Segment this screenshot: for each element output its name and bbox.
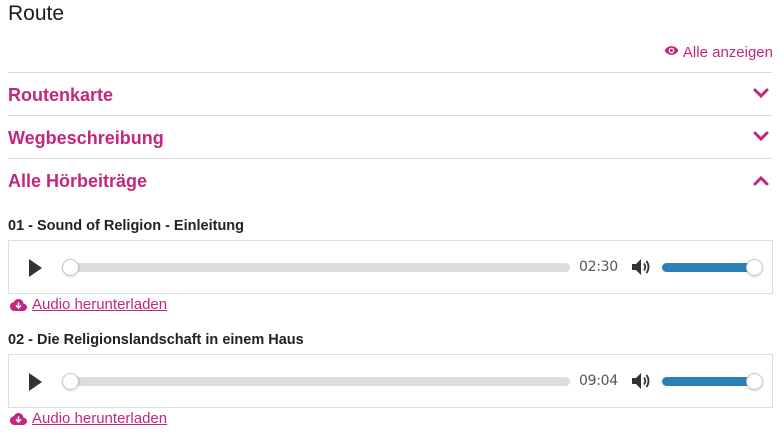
play-icon bbox=[29, 259, 42, 277]
volume-fill bbox=[662, 263, 755, 272]
accordion-label: Wegbeschreibung bbox=[8, 127, 164, 148]
chevron-down-icon bbox=[752, 85, 770, 103]
download-label: Audio herunterladen bbox=[32, 410, 168, 427]
accordion-wegbeschreibung[interactable]: Wegbeschreibung bbox=[8, 115, 772, 158]
track-duration: 09:04 bbox=[579, 373, 618, 389]
progress-knob[interactable] bbox=[62, 259, 79, 276]
track-title: 01 - Sound of Religion - Einleitung bbox=[8, 218, 245, 234]
progress-slider[interactable] bbox=[62, 259, 570, 276]
volume-fill bbox=[662, 377, 755, 386]
eye-icon bbox=[664, 43, 679, 62]
show-all-label: Alle anzeigen bbox=[682, 44, 773, 61]
volume-button[interactable] bbox=[631, 258, 653, 278]
audio-player: 02:30 bbox=[8, 240, 773, 294]
cloud-download-icon bbox=[10, 298, 27, 311]
download-link[interactable]: Audio herunterladen bbox=[10, 410, 167, 427]
page-title: Route bbox=[8, 2, 65, 25]
cloud-download-icon bbox=[10, 412, 27, 425]
progress-knob[interactable] bbox=[62, 373, 79, 390]
volume-button[interactable] bbox=[631, 372, 653, 392]
volume-knob[interactable] bbox=[746, 373, 763, 390]
progress-slider[interactable] bbox=[62, 373, 570, 390]
play-icon bbox=[29, 373, 42, 391]
volume-slider[interactable] bbox=[662, 373, 763, 390]
volume-slider[interactable] bbox=[662, 259, 763, 276]
speaker-icon bbox=[632, 373, 650, 389]
play-button[interactable] bbox=[27, 258, 47, 278]
play-button[interactable] bbox=[27, 372, 47, 392]
download-link[interactable]: Audio herunterladen bbox=[10, 296, 167, 313]
show-all-link[interactable]: Alle anzeigen bbox=[664, 43, 773, 62]
chevron-up-icon bbox=[752, 171, 770, 189]
accordion-hoerbeitraege[interactable]: Alle Hörbeiträge bbox=[8, 158, 772, 201]
track-title: 02 - Die Religionslandschaft in einem Ha… bbox=[8, 332, 304, 348]
accordion-label: Routenkarte bbox=[8, 84, 114, 105]
volume-knob[interactable] bbox=[746, 259, 763, 276]
accordion-routenkarte[interactable]: Routenkarte bbox=[8, 72, 772, 115]
download-label: Audio herunterladen bbox=[32, 296, 168, 313]
accordion-label: Alle Hörbeiträge bbox=[8, 170, 148, 191]
track-duration: 02:30 bbox=[579, 259, 618, 275]
speaker-icon bbox=[632, 259, 650, 275]
chevron-down-icon bbox=[752, 128, 770, 146]
audio-player: 09:04 bbox=[8, 354, 773, 408]
